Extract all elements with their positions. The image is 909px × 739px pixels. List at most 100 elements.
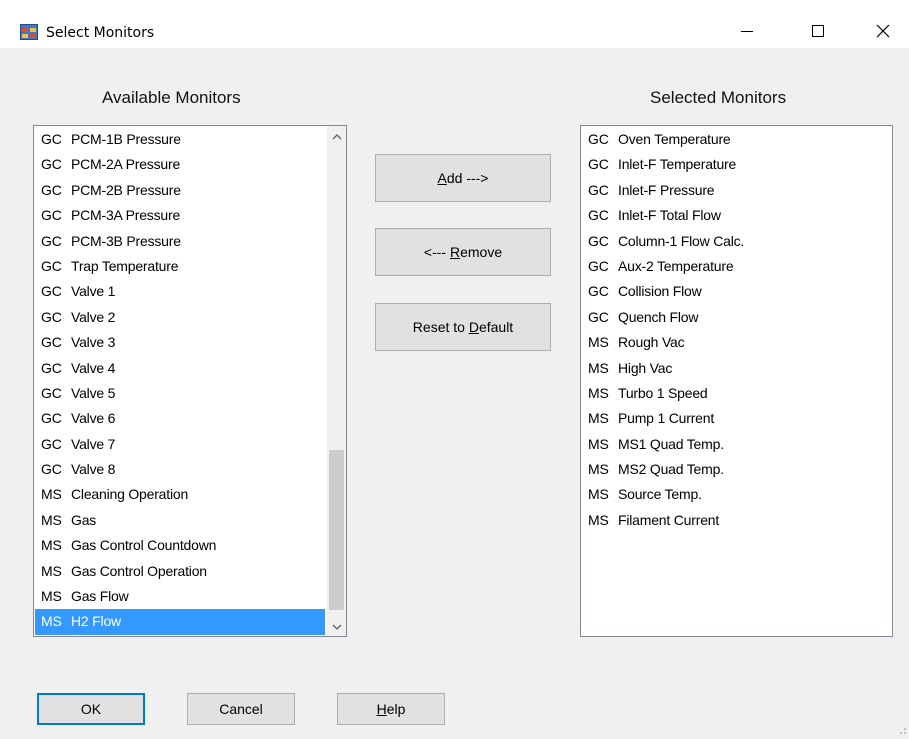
list-item[interactable]: MS Cleaning Operation	[35, 482, 325, 507]
list-item[interactable]: GC Collision Flow	[582, 279, 892, 304]
list-item[interactable]: GC Valve 4	[35, 356, 325, 381]
list-item[interactable]: GC Valve 1	[35, 279, 325, 304]
item-source: GC	[41, 334, 62, 351]
item-name: Rough Vac	[618, 334, 685, 351]
list-item[interactable]: GC Inlet-F Pressure	[582, 178, 892, 203]
reset-label: efault	[478, 319, 514, 335]
item-source: GC	[41, 283, 62, 300]
window-title: Select Monitors	[46, 25, 155, 41]
list-item[interactable]: GC PCM-3B Pressure	[35, 229, 325, 254]
item-name: Gas Control Operation	[71, 562, 207, 579]
list-item[interactable]: MS High Vac	[582, 356, 892, 381]
item-source: MS	[588, 334, 609, 351]
add-button[interactable]: Add --->	[375, 154, 551, 202]
list-item[interactable]: MS Gas	[35, 508, 325, 533]
scroll-down-icon[interactable]	[327, 618, 346, 636]
list-item[interactable]: MS Gas Control Countdown	[35, 533, 325, 558]
item-source: GC	[41, 384, 62, 401]
item-name: Oven Temperature	[618, 131, 731, 147]
remove-button[interactable]: <--- Remove	[375, 228, 551, 276]
minimize-icon[interactable]	[724, 14, 770, 48]
item-source: GC	[588, 207, 609, 224]
list-item[interactable]: GC Valve 3	[35, 330, 325, 355]
item-name: PCM-3B Pressure	[71, 232, 181, 249]
resize-grip-icon[interactable]	[895, 723, 907, 735]
list-item[interactable]: GC Trap Temperature	[35, 254, 325, 279]
app-window-icon[interactable]	[20, 24, 38, 40]
scroll-up-icon[interactable]	[327, 128, 346, 146]
selected-monitors-list[interactable]: GC Oven Temperature GC Inlet-F Temperature G…	[580, 125, 893, 637]
item-source: GC	[41, 131, 62, 147]
item-name: Inlet-F Pressure	[618, 181, 715, 198]
list-item[interactable]: GC Valve 7	[35, 432, 325, 457]
list-item[interactable]: MS Pump 1 Current	[582, 406, 892, 431]
item-name: Valve 4	[71, 359, 116, 376]
item-name: Valve 8	[71, 461, 116, 478]
help-mnemonic: H	[376, 701, 387, 717]
item-name: Inlet-F Temperature	[618, 156, 737, 173]
help-button[interactable]: Help	[337, 693, 445, 725]
list-item[interactable]: MS Turbo 1 Speed	[582, 381, 892, 406]
available-scrollbar[interactable]	[327, 126, 346, 636]
list-item[interactable]: MS MS2 Quad Temp.	[582, 457, 892, 482]
list-item[interactable]: GC PCM-2A Pressure	[35, 152, 325, 177]
item-name: Inlet-F Total Flow	[618, 207, 721, 224]
list-item[interactable]: GC PCM-1B Pressure	[35, 127, 325, 152]
item-name: Gas Flow	[71, 588, 129, 605]
list-item[interactable]: GC PCM-2B Pressure	[35, 178, 325, 203]
list-item[interactable]: GC Valve 6	[35, 406, 325, 431]
item-name: MS1 Quad Temp.	[618, 435, 724, 452]
remove-mnemonic: R	[449, 244, 461, 260]
item-source: MS	[588, 461, 609, 478]
item-name: Valve 7	[71, 435, 116, 452]
remove-label: emove	[460, 244, 503, 260]
list-item[interactable]: MS Filament Current	[582, 508, 892, 533]
available-monitors-list[interactable]: GC PCM-1B Pressure GC PCM-2A Pressure GC PCM-…	[33, 125, 347, 637]
list-item[interactable]: MS Gas Flow	[35, 584, 325, 609]
list-item[interactable]: GC Oven Temperature	[582, 127, 892, 152]
list-item[interactable]: MS Rough Vac	[582, 330, 892, 355]
item-source: GC	[588, 232, 609, 249]
list-item[interactable]: MS H2 Flow	[35, 609, 325, 635]
item-source: GC	[41, 232, 62, 249]
item-name: Pump 1 Current	[618, 410, 715, 427]
item-source: GC	[41, 181, 62, 198]
ok-button[interactable]: OK	[37, 693, 145, 725]
list-item[interactable]: MS MS1 Quad Temp.	[582, 432, 892, 457]
item-source: GC	[588, 181, 609, 198]
reset-to-default-button[interactable]: Reset to Default	[375, 303, 551, 351]
list-item[interactable]: GC Inlet-F Total Flow	[582, 203, 892, 228]
title-bar: Select Monitors	[0, 0, 909, 48]
item-name: Valve 2	[71, 308, 116, 325]
maximize-icon[interactable]	[795, 14, 841, 48]
scroll-thumb[interactable]	[329, 450, 344, 610]
item-source: MS	[588, 410, 609, 427]
item-source: MS	[588, 511, 609, 528]
item-name: MS2 Quad Temp.	[618, 461, 724, 478]
item-source: GC	[41, 410, 62, 427]
list-item[interactable]: GC Quench Flow	[582, 305, 892, 330]
item-source: GC	[41, 435, 62, 452]
list-item[interactable]: MS Gas Control Operation	[35, 559, 325, 584]
item-name: Valve 3	[71, 334, 116, 351]
item-source: MS	[41, 588, 62, 605]
list-item[interactable]: MS Source Temp.	[582, 482, 892, 507]
help-label: elp	[386, 701, 406, 717]
list-item[interactable]: GC Valve 5	[35, 381, 325, 406]
list-item[interactable]: GC Inlet-F Temperature	[582, 152, 892, 177]
item-name: Filament Current	[618, 511, 720, 528]
list-item[interactable]: GC Valve 8	[35, 457, 325, 482]
close-icon[interactable]	[860, 14, 906, 48]
reset-mnemonic: D	[468, 319, 479, 335]
cancel-button[interactable]: Cancel	[187, 693, 295, 725]
remove-prefix: <---	[423, 244, 450, 260]
item-name: PCM-2B Pressure	[71, 181, 181, 198]
list-item[interactable]: GC Valve 2	[35, 305, 325, 330]
list-item[interactable]: GC Column-1 Flow Calc.	[582, 229, 892, 254]
item-name: Gas Control Countdown	[71, 537, 217, 554]
list-item[interactable]: GC Aux-2 Temperature	[582, 254, 892, 279]
list-item[interactable]: GC PCM-3A Pressure	[35, 203, 325, 228]
item-name: Turbo 1 Speed	[618, 384, 708, 401]
item-source: GC	[41, 207, 62, 224]
item-source: MS	[588, 435, 609, 452]
